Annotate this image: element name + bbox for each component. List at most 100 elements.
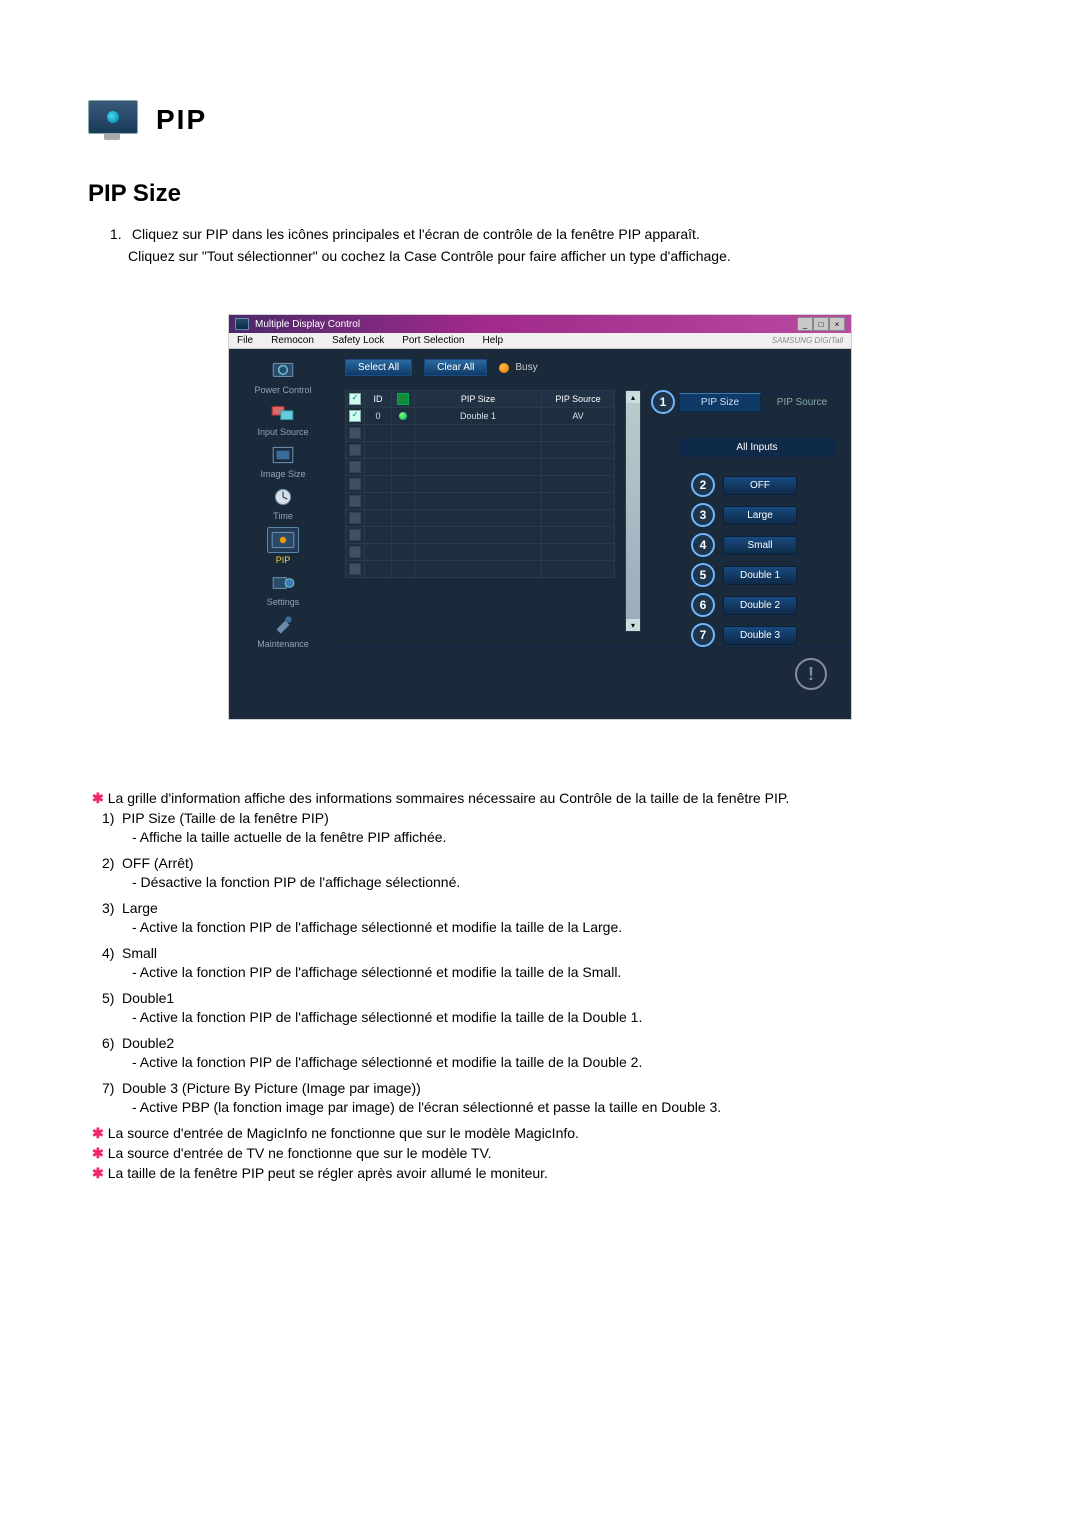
sidebar-label: Settings (267, 597, 300, 607)
scroll-down-icon[interactable]: ▾ (626, 619, 640, 631)
item-5: 5)Double1 (102, 990, 992, 1006)
maximize-button[interactable]: □ (813, 317, 829, 331)
close-button[interactable]: × (829, 317, 845, 331)
table-row[interactable]: 0 Double 1 AV (346, 408, 615, 425)
sidebar-label: Input Source (257, 427, 308, 437)
row-checkbox[interactable] (349, 529, 361, 541)
note-star-4: ✱La taille de la fenêtre PIP peut se rég… (92, 1165, 992, 1182)
title-row: PIP (88, 100, 992, 140)
item-1-sub: - Affiche la taille actuelle de la fenêt… (132, 829, 992, 845)
callout-5: 5 (691, 563, 715, 587)
display-grid: ID PIP Size PIP Source 0 Double 1 AV (345, 390, 615, 578)
star-icon: ✱ (92, 1165, 104, 1181)
item-4: 4)Small (102, 945, 992, 961)
item-7: 7)Double 3 (Picture By Picture (Image pa… (102, 1080, 992, 1096)
menu-safety-lock[interactable]: Safety Lock (332, 335, 384, 346)
table-row[interactable] (346, 493, 615, 510)
row-checkbox[interactable] (349, 461, 361, 473)
sidebar-item-power-control[interactable]: Power Control (254, 359, 311, 395)
menu-port-selection[interactable]: Port Selection (402, 335, 464, 346)
item-6: 6)Double2 (102, 1035, 992, 1051)
row-checkbox[interactable] (349, 563, 361, 575)
window-buttons: _ □ × (797, 317, 845, 331)
intro-text-1: Cliquez sur PIP dans les icônes principa… (132, 226, 700, 242)
scroll-up-icon[interactable]: ▴ (626, 391, 640, 403)
section-title: PIP Size (88, 180, 992, 208)
table-row[interactable] (346, 425, 615, 442)
title: PIP (156, 104, 207, 136)
select-all-button[interactable]: Select All (345, 359, 412, 376)
busy-indicator: Busy (499, 362, 537, 373)
callout-7: 7 (691, 623, 715, 647)
col-id: ID (365, 391, 392, 408)
table-row[interactable] (346, 544, 615, 561)
app-icon (235, 318, 249, 330)
double3-button[interactable]: Double 3 (723, 626, 797, 645)
col-pip-source: PIP Source (542, 391, 615, 408)
sidebar-item-input-source[interactable]: Input Source (257, 401, 308, 437)
row-checkbox[interactable] (349, 495, 361, 507)
sidebar-item-pip[interactable]: PIP (267, 527, 299, 565)
row-checkbox[interactable] (349, 410, 361, 422)
table-row[interactable] (346, 510, 615, 527)
sidebar-label: Image Size (260, 469, 305, 479)
row-checkbox[interactable] (349, 427, 361, 439)
sidebar-label: PIP (276, 555, 291, 565)
cell-pip: Double 1 (415, 408, 542, 425)
grid-scrollbar[interactable]: ▴ ▾ (625, 390, 641, 632)
large-button[interactable]: Large (723, 506, 797, 525)
cell-id: 0 (365, 408, 392, 425)
right-panel: 1 PIP Size PIP Source All Inputs 2OFF 3L… (651, 390, 843, 647)
item-2: 2)OFF (Arrêt) (102, 855, 992, 871)
tab-pip-source[interactable]: PIP Source (761, 393, 843, 412)
sidebar-item-image-size[interactable]: Image Size (260, 443, 305, 479)
intro-number: 1. (110, 226, 128, 242)
window-titlebar: Multiple Display Control _ □ × (229, 315, 851, 333)
all-inputs-label: All Inputs (679, 438, 835, 457)
double1-button[interactable]: Double 1 (723, 566, 797, 585)
item-3: 3)Large (102, 900, 992, 916)
callout-4: 4 (691, 533, 715, 557)
callout-6: 6 (691, 593, 715, 617)
table-row[interactable] (346, 561, 615, 578)
option-buttons: 2OFF 3Large 4Small 5Double 1 6Double 2 7… (691, 473, 843, 647)
menu-file[interactable]: File (237, 335, 253, 346)
off-button[interactable]: OFF (723, 476, 797, 495)
row-checkbox[interactable] (349, 478, 361, 490)
row-checkbox[interactable] (349, 444, 361, 456)
sidebar-item-maintenance[interactable]: Maintenance (257, 613, 309, 649)
sidebar-item-settings[interactable]: Settings (267, 571, 300, 607)
star-icon: ✱ (92, 790, 104, 806)
info-icon[interactable]: ! (795, 658, 827, 690)
row-checkbox[interactable] (349, 512, 361, 524)
table-row[interactable] (346, 459, 615, 476)
intro-line-2: Cliquez sur "Tout sélectionner" ou coche… (128, 248, 992, 264)
callout-1: 1 (651, 390, 675, 414)
table-row[interactable] (346, 442, 615, 459)
col-check[interactable] (346, 391, 365, 408)
check-all-icon[interactable] (349, 393, 361, 405)
table-row[interactable] (346, 527, 615, 544)
table-row[interactable] (346, 476, 615, 493)
star-icon: ✱ (92, 1145, 104, 1161)
item-4-sub: - Active la fonction PIP de l'affichage … (132, 964, 992, 980)
sidebar-label: Time (273, 511, 293, 521)
tab-pip-size[interactable]: PIP Size (679, 393, 761, 412)
status-bar: ! (337, 647, 851, 700)
double2-button[interactable]: Double 2 (723, 596, 797, 615)
menu-help[interactable]: Help (482, 335, 503, 346)
row-checkbox[interactable] (349, 546, 361, 558)
busy-label: Busy (515, 362, 537, 373)
minimize-button[interactable]: _ (797, 317, 813, 331)
clear-all-button[interactable]: Clear All (424, 359, 487, 376)
callout-2: 2 (691, 473, 715, 497)
status-header-icon (397, 393, 409, 405)
sidebar-label: Power Control (254, 385, 311, 395)
item-3-sub: - Active la fonction PIP de l'affichage … (132, 919, 992, 935)
small-button[interactable]: Small (723, 536, 797, 555)
menu-remocon[interactable]: Remocon (271, 335, 314, 346)
cell-src: AV (542, 408, 615, 425)
pip-icon (267, 527, 299, 553)
sidebar-item-time[interactable]: Time (268, 485, 298, 521)
brand-label: SAMSUNG DIGITall (772, 336, 843, 345)
